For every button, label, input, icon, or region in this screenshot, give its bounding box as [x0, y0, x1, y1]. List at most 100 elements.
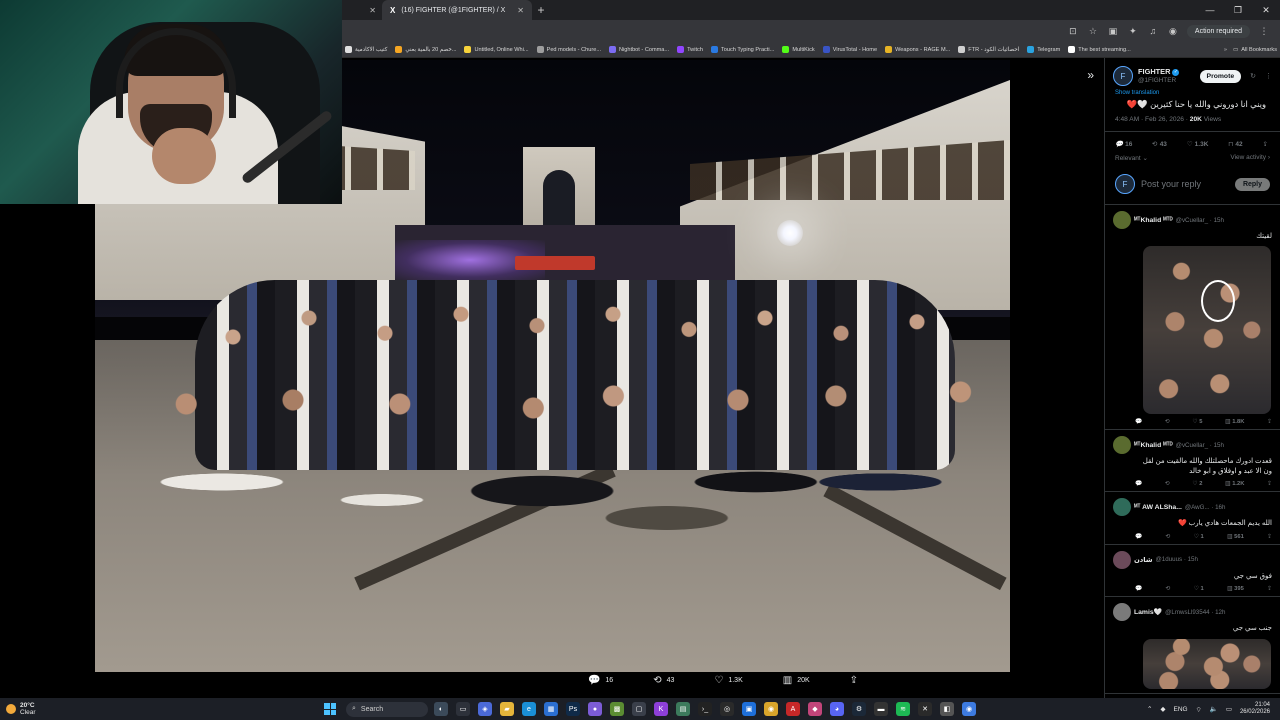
app-grid-icon[interactable]: ▤	[676, 702, 690, 716]
reply-author-name[interactable]: Lamis🤍	[1134, 608, 1162, 616]
store-icon[interactable]: ▦	[544, 702, 558, 716]
acrobat-icon[interactable]: A	[786, 702, 800, 716]
reply-repost-icon[interactable]: ⟲	[1166, 534, 1171, 540]
bookmark-star-icon[interactable]: ☆	[1085, 23, 1101, 39]
reply-item[interactable]: شادن @1duuus · 15h فوق سي جي 💬 ⟲ ♡ 1 ▥ 3…	[1105, 545, 1280, 598]
minimize-button[interactable]: —	[1196, 5, 1224, 16]
terminal-icon[interactable]: ›_	[698, 702, 712, 716]
reply-item[interactable]: ᴹᵀKhalid ᴹᵀᴰ @vCuellar_ · 15h لقيتك 💬 ⟲ …	[1105, 205, 1280, 431]
obs-icon[interactable]: ◎	[720, 702, 734, 716]
repost-button[interactable]: ⟲ 43	[1152, 140, 1167, 149]
reply-author-name[interactable]: ᴹᵀKhalid ᴹᵀᴰ	[1134, 442, 1173, 449]
reply-comment-icon[interactable]: 💬	[1135, 419, 1142, 425]
screenshot-icon[interactable]: ▣	[1105, 23, 1121, 39]
reply-comment-icon[interactable]: 💬	[1135, 534, 1142, 540]
reply-author-name[interactable]: ᴹᵀKhalid ᴹᵀᴰ	[1134, 217, 1173, 224]
bookmark-11[interactable]: Telegram	[1027, 46, 1060, 53]
reply-views[interactable]: ▥ 395	[1227, 586, 1244, 592]
more-options-icon[interactable]: ⋮	[1265, 72, 1272, 80]
author-avatar[interactable]: F	[1113, 66, 1133, 86]
viewer-like-button[interactable]: ♡ 1.3K	[714, 675, 742, 686]
show-translation-link[interactable]: Show translation	[1105, 86, 1280, 96]
reply-input[interactable]: Post your reply	[1141, 179, 1229, 189]
extensions-icon[interactable]: ✦	[1125, 23, 1141, 39]
steam-icon[interactable]: ⚙	[852, 702, 866, 716]
kick-icon[interactable]: K	[654, 702, 668, 716]
reply-like-button[interactable]: ♡ 5	[1192, 419, 1202, 425]
copilot-icon[interactable]: ◈	[478, 702, 492, 716]
reply-item[interactable]: ᴹᵀ AW ALSha... @AwG... · 16h الله يديم ا…	[1105, 492, 1280, 545]
reply-views[interactable]: ▥ 1.8K	[1225, 419, 1244, 425]
reply-like-button[interactable]: ♡ 1	[1194, 586, 1204, 592]
bookmark-7[interactable]: MultiKick	[782, 46, 815, 53]
bookmark-5[interactable]: Twitch	[677, 46, 703, 53]
previous-tab-close-icon[interactable]: ✕	[342, 6, 382, 15]
action-required-button[interactable]: Action required	[1186, 24, 1250, 38]
app-dark-icon[interactable]: ▬	[874, 702, 888, 716]
reply-author-name[interactable]: شادن	[1134, 556, 1153, 564]
reply-share-icon[interactable]: ⇪	[1267, 534, 1272, 540]
task-view-icon[interactable]: ▭	[456, 702, 470, 716]
promote-button[interactable]: Promote	[1199, 69, 1242, 83]
photoshop-icon[interactable]: Ps	[566, 702, 580, 716]
reply-author-name[interactable]: ᴹᵀ AW ALSha...	[1134, 504, 1182, 511]
bookmark-3[interactable]: Ped models - Chure...	[536, 46, 601, 53]
app-circle-icon[interactable]: ●	[588, 702, 602, 716]
language-indicator[interactable]: ENG	[1174, 706, 1188, 713]
relevant-dropdown[interactable]: Relevant ⌄	[1115, 154, 1148, 162]
reply-avatar[interactable]	[1113, 498, 1131, 517]
reply-comment-icon[interactable]: 💬	[1135, 481, 1142, 487]
bookmark-8[interactable]: VirusTotal - Home	[822, 46, 877, 53]
bookmark-button[interactable]: ⊓ 42	[1228, 140, 1242, 149]
bookmark-10[interactable]: FTR - احصائيات الكود	[958, 46, 1019, 53]
all-bookmarks-button[interactable]: ▭ All Bookmarks	[1233, 47, 1277, 53]
author-handle[interactable]: @1FIGHTER	[1138, 77, 1179, 84]
reply-repost-icon[interactable]: ⟲	[1165, 481, 1170, 487]
viewer-share-button[interactable]: ⇪	[850, 675, 858, 686]
weather-widget[interactable]: 20°C Clear	[0, 702, 120, 716]
refresh-icon[interactable]: ↻	[1250, 72, 1256, 80]
reply-share-icon[interactable]: ⇪	[1267, 481, 1272, 487]
notification-icon[interactable]: ◆	[1161, 705, 1166, 713]
share-button[interactable]: ⇪	[1263, 140, 1268, 148]
reply-views[interactable]: ▥ 561	[1227, 534, 1244, 540]
author-name[interactable]: FIGHTER ✓	[1138, 68, 1180, 77]
tab-close-icon[interactable]: ✕	[517, 6, 524, 15]
bookmarks-overflow-button[interactable]: »	[1224, 47, 1227, 53]
bookmark-9[interactable]: Weapons - RAGE M...	[885, 46, 950, 53]
start-button[interactable]	[324, 703, 336, 715]
reply-share-icon[interactable]: ⇪	[1267, 586, 1272, 592]
chrome-active-icon[interactable]: ◉	[962, 702, 976, 716]
reply-avatar[interactable]	[1113, 436, 1131, 455]
app-window-icon[interactable]: ▢	[632, 702, 646, 716]
reply-item[interactable]: ᴹᵀKhalid ᴹᵀᴰ @vCuellar_ · 15h قعدت ادورك…	[1105, 430, 1280, 493]
app-pink-icon[interactable]: ◆	[808, 702, 822, 716]
menu-icon[interactable]: ⋮	[1256, 23, 1272, 39]
widgets-app-icon[interactable]: ◐	[434, 702, 448, 716]
spotify-icon[interactable]: ≋	[896, 702, 910, 716]
reply-share-icon[interactable]: ⇪	[1267, 419, 1272, 425]
reply-avatar[interactable]	[1113, 603, 1131, 622]
view-activity-link[interactable]: View activity ›	[1230, 154, 1270, 162]
reply-submit-button[interactable]: Reply	[1234, 177, 1270, 191]
bookmark-4[interactable]: Nightbot - Comma...	[609, 46, 669, 53]
reply-avatar[interactable]	[1113, 550, 1131, 569]
file-explorer-icon[interactable]: ▰	[500, 702, 514, 716]
reply-repost-icon[interactable]: ⟲	[1166, 586, 1171, 592]
media-icon[interactable]: ♫	[1145, 23, 1161, 39]
collapse-sidebar-icon[interactable]: »	[1087, 68, 1094, 82]
app-gray-icon[interactable]: ◧	[940, 702, 954, 716]
bookmark-0[interactable]: كتيب الاكادمية	[345, 46, 387, 53]
bookmark-1[interactable]: خصم 20 بالمية بعني...	[395, 46, 456, 53]
maximize-button[interactable]: ❐	[1224, 5, 1252, 16]
install-app-icon[interactable]: ⊡	[1065, 23, 1081, 39]
discord-icon[interactable]: ◕	[830, 702, 844, 716]
reply-image[interactable]	[1143, 638, 1271, 689]
network-icon[interactable]: ⌔	[1196, 705, 1202, 714]
app-blue-icon[interactable]: ▣	[742, 702, 756, 716]
reply-repost-icon[interactable]: ⟲	[1165, 419, 1170, 425]
reply-image[interactable]	[1143, 246, 1271, 415]
clock[interactable]: 21:04 26/02/2026	[1240, 702, 1270, 716]
tray-overflow-icon[interactable]: ⌃	[1147, 705, 1152, 713]
viewer-views[interactable]: ▥ 20K	[783, 675, 810, 686]
